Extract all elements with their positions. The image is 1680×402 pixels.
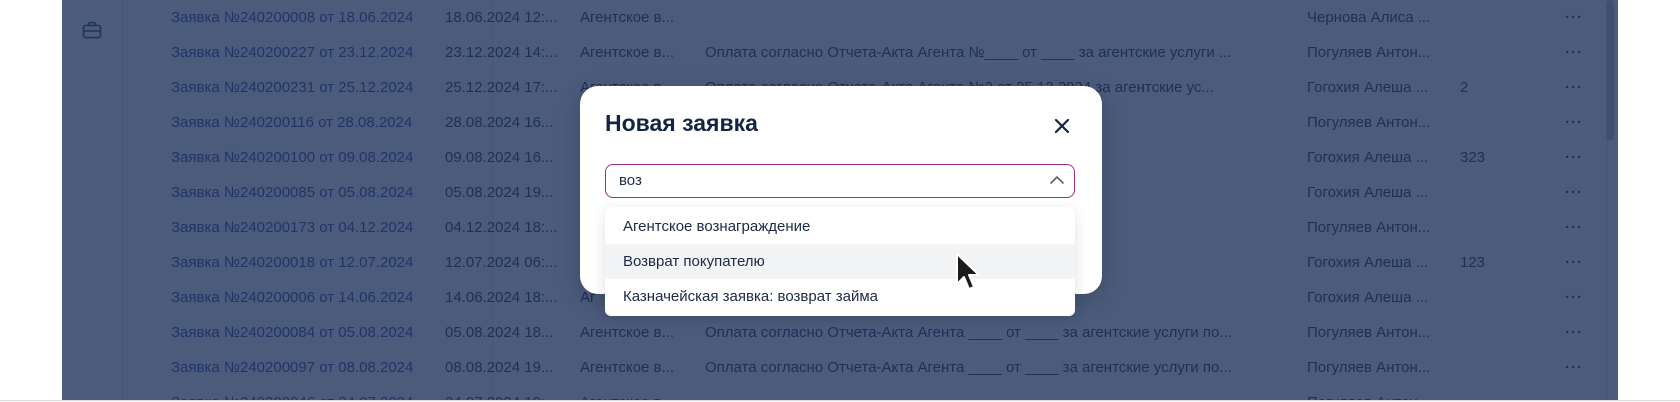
dropdown-option-agent-fee[interactable]: Агентское вознаграждение [605,209,1075,244]
request-type-dropdown: Агентское вознаграждение Возврат покупат… [605,207,1075,316]
window-bottom-border [0,400,1680,401]
mouse-pointer-icon [956,253,980,290]
dropdown-option-treasury-loan-return[interactable]: Казначейская заявка: возврат займа [605,279,1075,314]
modal-title: Новая заявка [605,110,758,136]
close-icon[interactable] [1048,112,1076,140]
request-type-input-value[interactable]: воз [619,165,642,196]
request-type-select[interactable]: воз [605,164,1075,198]
chevron-up-icon[interactable] [1049,173,1065,187]
dropdown-option-customer-refund[interactable]: Возврат покупателю [605,244,1075,279]
